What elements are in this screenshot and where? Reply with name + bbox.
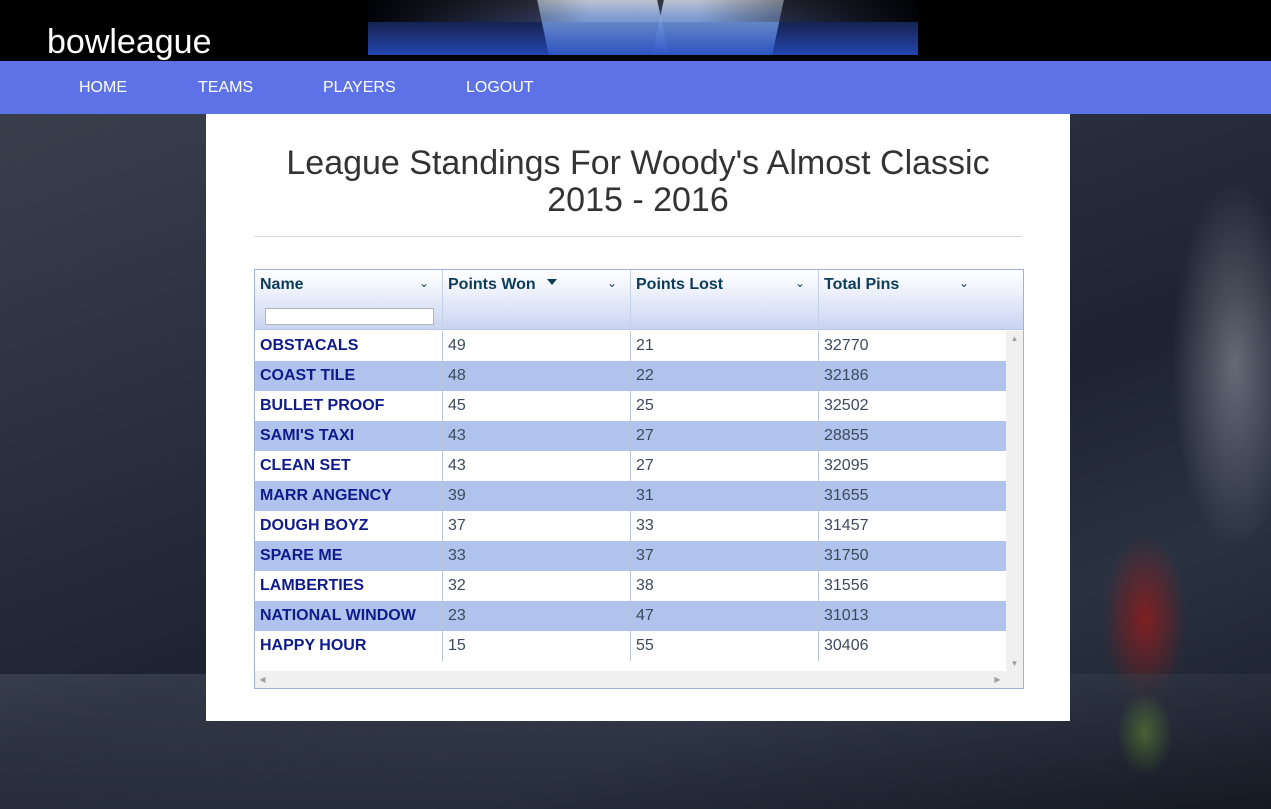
points-won-cell: 45 [443, 391, 631, 421]
column-header-points-won[interactable]: Points Won ⌄ [443, 270, 631, 330]
table-row[interactable]: BULLET PROOF 45 25 32502 [255, 391, 1006, 421]
content-panel: League Standings For Woody's Almost Clas… [206, 114, 1070, 721]
column-header-total-pins[interactable]: Total Pins ⌄ [819, 270, 1023, 330]
column-header-label[interactable]: Points Lost [636, 276, 723, 294]
points-won-cell: 48 [443, 361, 631, 391]
table-row[interactable]: SPARE ME 33 37 31750 [255, 541, 1006, 571]
points-won-cell: 15 [443, 631, 631, 661]
sort-descending-icon[interactable] [547, 279, 557, 285]
title-divider [254, 236, 1022, 237]
scroll-right-icon[interactable]: ▶ [990, 671, 1005, 688]
chevron-down-icon[interactable]: ⌄ [607, 276, 617, 290]
points-lost-cell: 37 [631, 541, 819, 571]
total-pins-cell: 28855 [824, 427, 869, 444]
standings-grid: Name ⌄ Points Won ⌄ Points Lost ⌄ Total … [254, 269, 1024, 689]
table-row[interactable]: NATIONAL WINDOW 23 47 31013 [255, 601, 1006, 631]
team-name-cell[interactable]: SAMI'S TAXI [255, 421, 443, 451]
points-lost-cell: 27 [631, 421, 819, 451]
vertical-scrollbar[interactable]: ▲ ▼ [1006, 331, 1023, 671]
points-won-cell: 37 [443, 511, 631, 541]
team-name-cell[interactable]: LAMBERTIES [255, 571, 443, 601]
column-header-label[interactable]: Points Won [448, 276, 536, 294]
points-lost-cell: 31 [631, 481, 819, 511]
points-lost-cell: 21 [631, 331, 819, 361]
total-pins-cell: 32186 [824, 367, 869, 384]
total-pins-cell: 31013 [824, 607, 869, 624]
team-name-cell[interactable]: CLEAN SET [255, 451, 443, 481]
banner-glow [368, 0, 918, 22]
scroll-left-icon[interactable]: ◀ [255, 671, 270, 688]
points-lost-cell: 55 [631, 631, 819, 661]
column-header-label[interactable]: Total Pins [824, 276, 899, 294]
grid-body: OBSTACALS 49 21 32770 COAST TILE 48 22 3… [255, 331, 1006, 661]
brand-logo[interactable]: bowleague [47, 22, 211, 62]
points-won-cell: 49 [443, 331, 631, 361]
points-won-cell: 39 [443, 481, 631, 511]
horizontal-scrollbar[interactable]: ◀ ▶ [255, 671, 1023, 688]
table-row[interactable]: LAMBERTIES 32 38 31556 [255, 571, 1006, 601]
team-name-cell[interactable]: MARR ANGENCY [255, 481, 443, 511]
scroll-down-icon[interactable]: ▼ [1006, 656, 1023, 671]
points-lost-cell: 27 [631, 451, 819, 481]
nav-logout-link[interactable]: LOGOUT [466, 78, 534, 98]
nav-home-link[interactable]: HOME [79, 78, 127, 98]
total-pins-cell: 31655 [824, 487, 869, 504]
chevron-down-icon[interactable]: ⌄ [419, 276, 429, 290]
table-row[interactable]: OBSTACALS 49 21 32770 [255, 331, 1006, 361]
total-pins-cell: 32770 [824, 337, 869, 354]
column-header-points-lost[interactable]: Points Lost ⌄ [631, 270, 819, 330]
team-name-cell[interactable]: BULLET PROOF [255, 391, 443, 421]
table-row[interactable]: DOUGH BOYZ 37 33 31457 [255, 511, 1006, 541]
points-won-cell: 43 [443, 421, 631, 451]
total-pins-cell: 31750 [824, 547, 869, 564]
team-name-cell[interactable]: SPARE ME [255, 541, 443, 571]
table-row[interactable]: MARR ANGENCY 39 31 31655 [255, 481, 1006, 511]
nav-players-link[interactable]: PLAYERS [323, 78, 396, 98]
nav-teams-link[interactable]: TEAMS [198, 78, 253, 98]
column-header-name[interactable]: Name ⌄ [255, 270, 443, 330]
table-row[interactable]: CLEAN SET 43 27 32095 [255, 451, 1006, 481]
chevron-down-icon[interactable]: ⌄ [959, 276, 969, 290]
grid-header: Name ⌄ Points Won ⌄ Points Lost ⌄ Total … [255, 270, 1023, 330]
table-row[interactable]: SAMI'S TAXI 43 27 28855 [255, 421, 1006, 451]
top-header: bowleague [0, 0, 1271, 61]
points-lost-cell: 47 [631, 601, 819, 631]
points-lost-cell: 25 [631, 391, 819, 421]
scroll-up-icon[interactable]: ▲ [1006, 331, 1023, 346]
points-won-cell: 33 [443, 541, 631, 571]
table-row[interactable]: COAST TILE 48 22 32186 [255, 361, 1006, 391]
points-lost-cell: 22 [631, 361, 819, 391]
team-name-cell[interactable]: HAPPY HOUR [255, 631, 443, 661]
points-lost-cell: 33 [631, 511, 819, 541]
column-header-label[interactable]: Name [260, 276, 304, 294]
total-pins-cell: 32095 [824, 457, 869, 474]
page-title: League Standings For Woody's Almost Clas… [286, 144, 990, 219]
points-lost-cell: 38 [631, 571, 819, 601]
table-row[interactable]: HAPPY HOUR 15 55 30406 [255, 631, 1006, 661]
chevron-down-icon[interactable]: ⌄ [795, 276, 805, 290]
team-name-cell[interactable]: COAST TILE [255, 361, 443, 391]
total-pins-cell: 31457 [824, 517, 869, 534]
total-pins-cell: 32502 [824, 397, 869, 414]
team-name-cell[interactable]: OBSTACALS [255, 331, 443, 361]
team-name-cell[interactable]: NATIONAL WINDOW [255, 601, 443, 631]
points-won-cell: 23 [443, 601, 631, 631]
total-pins-cell: 31556 [824, 577, 869, 594]
points-won-cell: 32 [443, 571, 631, 601]
name-filter-input[interactable] [265, 308, 434, 325]
total-pins-cell: 30406 [824, 637, 869, 654]
points-won-cell: 43 [443, 451, 631, 481]
main-navbar: HOME TEAMS PLAYERS LOGOUT [0, 61, 1271, 114]
team-name-cell[interactable]: DOUGH BOYZ [255, 511, 443, 541]
banner-image [368, 0, 918, 55]
